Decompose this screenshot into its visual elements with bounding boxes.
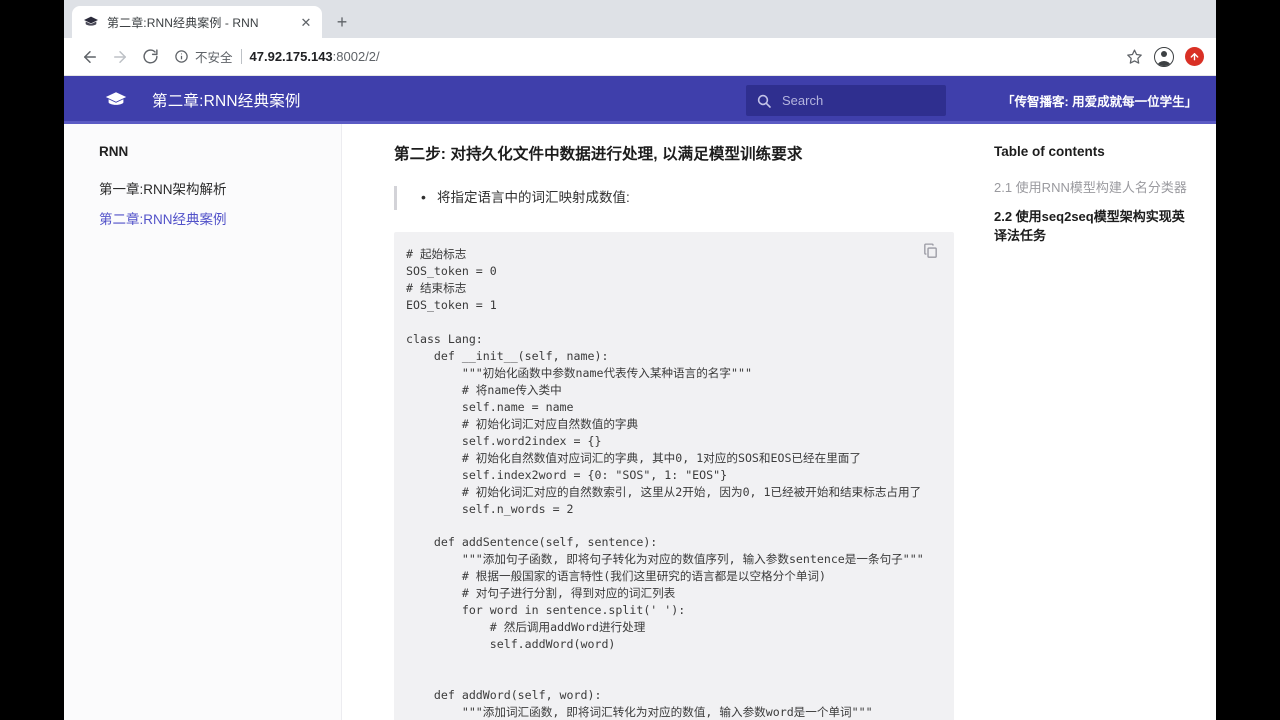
new-tab-button[interactable]: + — [328, 8, 356, 36]
list-item: 将指定语言中的词汇映射成数值: — [419, 187, 954, 208]
site-title[interactable]: 第二章:RNN经典案例 — [152, 89, 301, 111]
browser-tab[interactable]: 第二章:RNN经典案例 - RNN ✕ — [72, 6, 322, 38]
sidebar-item-chapter-2[interactable]: 第二章:RNN经典案例 — [99, 205, 341, 235]
security-label: 不安全 — [195, 51, 233, 65]
search-box[interactable]: Search — [746, 85, 946, 116]
sidebar-item-chapter-1[interactable]: 第一章:RNN架构解析 — [99, 175, 341, 205]
forward-button[interactable] — [106, 43, 134, 71]
table-of-contents: Table of contents 2.1 使用RNN模型构建人名分类器 2.2… — [980, 124, 1216, 720]
code-content: # 起始标志 SOS_token = 0 # 结束标志 EOS_token = … — [406, 247, 924, 719]
page-heading: 第二步: 对持久化文件中数据进行处理, 以满足模型训练要求 — [394, 146, 803, 163]
tab-strip: 第二章:RNN经典案例 - RNN ✕ + — [64, 0, 1216, 38]
url-text: 47.92.175.143:8002/2/ — [250, 49, 380, 64]
update-badge-icon — [1184, 47, 1204, 66]
code-block: # 起始标志 SOS_token = 0 # 结束标志 EOS_token = … — [394, 232, 954, 720]
bullet-list: 将指定语言中的词汇映射成数值: — [419, 187, 954, 208]
arrow-left-icon — [84, 50, 96, 63]
toc-item-2-1[interactable]: 2.1 使用RNN模型构建人名分类器 — [994, 174, 1192, 203]
toc-item-2-2[interactable]: 2.2 使用seq2seq模型架构实现英译法任务 — [994, 203, 1192, 251]
avatar — [1154, 46, 1174, 67]
tab-title: 第二章:RNN经典案例 - RNN — [107, 15, 259, 30]
sidebar-title: RNN — [99, 144, 129, 159]
sidebar-nav: RNN 第一章:RNN架构解析 第二章:RNN经典案例 — [64, 124, 342, 720]
star-icon — [1126, 49, 1142, 64]
info-circle-icon[interactable] — [174, 49, 189, 64]
header-tagline: 「传智播客: 用爱成就每一位学生」 — [1002, 94, 1198, 109]
omnibox-divider — [240, 49, 242, 64]
arrow-up-icon — [1190, 53, 1198, 61]
site-header: 第二章:RNN经典案例 Search 「传智播客: 用爱成就每一位学生」 — [64, 76, 1216, 124]
url-path: :8002/2/ — [332, 49, 380, 64]
search-input[interactable]: Search — [782, 93, 823, 108]
update-button[interactable] — [1182, 45, 1206, 69]
page-body: RNN 第一章:RNN架构解析 第二章:RNN经典案例 第二步: 对持久化文件中… — [64, 124, 1216, 720]
search-icon — [757, 94, 771, 108]
main-content: 第二步: 对持久化文件中数据进行处理, 以满足模型训练要求 将指定语言中的词汇映… — [342, 124, 980, 720]
url-host: 47.92.175.143 — [249, 49, 333, 64]
bookmark-star-icon[interactable] — [1122, 45, 1146, 69]
browser-window: 第二章:RNN经典案例 - RNN ✕ + 不安全 47.92.175.143:… — [64, 0, 1216, 720]
toc-title: Table of contents — [994, 144, 1105, 159]
browser-toolbar: 不安全 47.92.175.143:8002/2/ — [64, 38, 1216, 76]
tab-close-icon[interactable]: ✕ — [298, 14, 314, 30]
profile-button[interactable] — [1152, 45, 1176, 69]
back-button[interactable] — [76, 43, 104, 71]
copy-button[interactable] — [922, 242, 942, 262]
reload-icon — [142, 49, 158, 64]
reload-button[interactable] — [136, 43, 164, 71]
toolbar-right-icons — [1122, 45, 1206, 69]
copy-icon — [924, 243, 937, 259]
address-bar[interactable]: 不安全 47.92.175.143:8002/2/ — [174, 44, 1110, 70]
header-logo-graduation-cap-icon[interactable] — [104, 88, 128, 112]
arrow-right-icon — [114, 50, 126, 63]
note-block: 将指定语言中的词汇映射成数值: — [394, 186, 954, 211]
tab-favicon-graduation-cap-icon — [84, 16, 98, 26]
